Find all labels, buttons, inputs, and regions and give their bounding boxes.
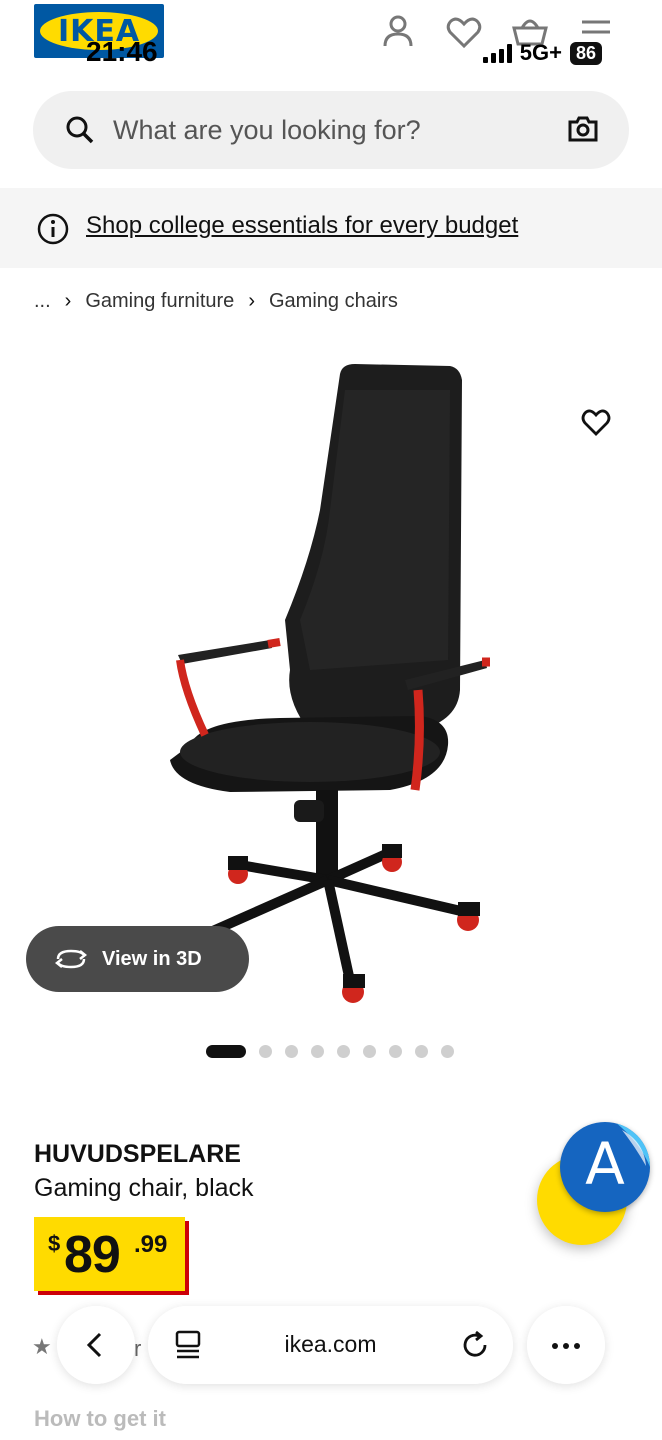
reload-icon[interactable]: [461, 1330, 491, 1360]
promo-banner: Shop college essentials for every budget: [0, 188, 662, 268]
carousel-dots: [206, 1045, 454, 1058]
search-placeholder[interactable]: What are you looking for?: [113, 115, 421, 146]
signal-icon: [482, 43, 512, 63]
chevron-right-icon: ›: [64, 290, 72, 312]
chevron-left-icon: [86, 1332, 102, 1358]
person-icon[interactable]: [378, 12, 418, 52]
browser-url-bar[interactable]: ikea.com: [148, 1306, 513, 1384]
more-dots-icon: [552, 1343, 580, 1349]
translate-button[interactable]: A: [560, 1122, 650, 1212]
view-in-3d-label: View in 3D: [102, 947, 202, 970]
search-bar[interactable]: What are you looking for?: [33, 91, 629, 169]
browser-back-button[interactable]: [57, 1306, 135, 1384]
breadcrumb-gaming-chairs[interactable]: Gaming chairs: [269, 290, 398, 313]
breadcrumb: ... › Gaming furniture › Gaming chairs: [34, 290, 398, 313]
price-cents: .99: [134, 1231, 168, 1258]
translate-letter: A: [585, 1130, 625, 1198]
carousel-dot[interactable]: [363, 1045, 376, 1058]
star-icon: ★: [32, 1334, 52, 1359]
product-name: HUVUDSPELARE: [34, 1140, 241, 1168]
carousel-dot[interactable]: [389, 1045, 402, 1058]
browser-url-text[interactable]: ikea.com: [148, 1331, 513, 1358]
network-label: 5G+: [519, 40, 562, 65]
browser-more-button[interactable]: [527, 1306, 605, 1384]
carousel-dot[interactable]: [259, 1045, 272, 1058]
chevron-right-icon: ›: [248, 290, 255, 312]
carousel-dot[interactable]: [285, 1045, 298, 1058]
how-to-get-heading: How to get it: [34, 1406, 166, 1431]
product-image[interactable]: [160, 360, 500, 1010]
carousel-dot[interactable]: [337, 1045, 350, 1058]
carousel-dot[interactable]: [311, 1045, 324, 1058]
info-icon: [37, 213, 69, 245]
breadcrumb-gaming-furniture[interactable]: Gaming furniture: [85, 290, 234, 313]
favorite-heart-icon[interactable]: [580, 406, 612, 438]
camera-icon[interactable]: [567, 113, 599, 145]
product-description: Gaming chair, black: [34, 1174, 254, 1202]
view-in-3d-button[interactable]: View in 3D: [26, 926, 249, 992]
carousel-dot[interactable]: [415, 1045, 428, 1058]
rotate-3d-icon: [54, 949, 88, 969]
heart-icon[interactable]: [444, 12, 484, 52]
promo-link[interactable]: Shop college essentials for every budget: [86, 212, 518, 240]
carousel-dot-active[interactable]: [206, 1045, 246, 1058]
price-currency: $: [48, 1231, 61, 1256]
status-time: 21:46: [86, 36, 158, 67]
price-whole: 89: [64, 1226, 121, 1284]
battery-level: 86: [569, 41, 602, 65]
price-tag: $ 89 .99: [34, 1217, 185, 1291]
carousel-dot[interactable]: [441, 1045, 454, 1058]
status-indicators: 5G+ 86: [482, 40, 602, 66]
breadcrumb-ellipsis[interactable]: ...: [34, 290, 51, 313]
product-gallery[interactable]: View in 3D: [0, 340, 662, 1020]
search-icon: [66, 116, 94, 144]
rating-text-fragment: r: [134, 1336, 142, 1361]
